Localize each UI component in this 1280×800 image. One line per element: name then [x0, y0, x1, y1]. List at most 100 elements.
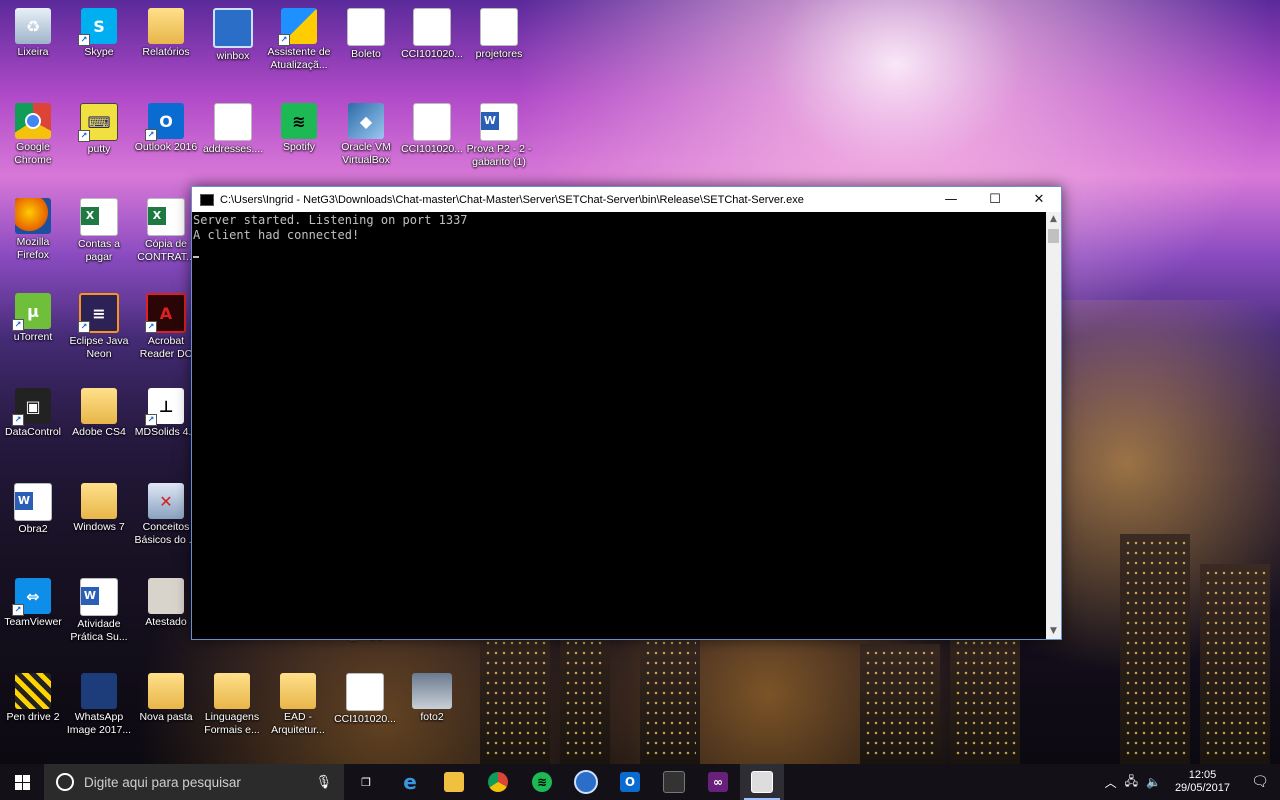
console-line: Server started. Listening on port 1337 [193, 213, 468, 227]
desktop-icon-nova-pasta[interactable]: Nova pasta [133, 673, 199, 724]
desktop-icon-skype[interactable]: S ↗ Skype [66, 8, 132, 59]
desktop-icon-relatorios[interactable]: Relatórios [133, 8, 199, 59]
word-icon: W [14, 483, 52, 521]
document-icon [214, 103, 252, 141]
scroll-down-icon[interactable]: ▼ [1046, 624, 1061, 639]
desktop-icon-linguagens[interactable]: Linguagens Formais e... [199, 673, 265, 737]
winbox-icon [574, 770, 598, 794]
desktop-icon-cci-3[interactable]: CCI101020... [332, 673, 398, 726]
volume-icon[interactable]: 🔈 [1142, 775, 1165, 789]
document-icon [346, 673, 384, 711]
console-app-icon [200, 193, 214, 206]
windows-logo-icon [14, 774, 30, 790]
close-button[interactable]: ✕ [1017, 187, 1061, 212]
pdf-icon: PDF [480, 8, 518, 46]
desktop-icon-atestado[interactable]: Atestado [133, 578, 199, 629]
desktop-icon-conceitos[interactable]: ✕ Conceitos Básicos do ... [133, 483, 199, 547]
document-icon [413, 103, 451, 141]
folder-icon [214, 673, 250, 709]
scroll-up-icon[interactable]: ▲ [1046, 212, 1061, 227]
taskbar-file-explorer[interactable] [432, 764, 476, 800]
desktop-icon-datacontrol[interactable]: ▣ ↗ DataControl [0, 388, 66, 439]
desktop-icon-projetores[interactable]: PDF projetores [466, 8, 532, 61]
taskbar-winbox[interactable] [564, 764, 608, 800]
desktop-icon-utorrent[interactable]: µ ↗ uTorrent [0, 293, 66, 344]
vertical-scrollbar[interactable]: ▲ ▼ [1046, 212, 1061, 639]
desktop-icon-spotify[interactable]: ≋ Spotify [266, 103, 332, 154]
desktop-icon-outlook[interactable]: O ↗ Outlook 2016 [133, 103, 199, 154]
desktop-icon-winbox[interactable]: winbox [200, 8, 266, 63]
desktop-icon-virtualbox[interactable]: ◆ Oracle VM VirtualBox [333, 103, 399, 167]
document-icon [413, 8, 451, 46]
desktop-icon-acrobat[interactable]: A ↗ Acrobat Reader DC [133, 293, 199, 361]
scrollbar-thumb[interactable] [1048, 229, 1059, 243]
chrome-icon [488, 772, 508, 792]
pdf-icon: PDF [347, 8, 385, 46]
desktop-icon-mdsolids[interactable]: ⊥ ↗ MDSolids 4... [133, 388, 199, 439]
taskbar-edge[interactable]: e [388, 764, 432, 800]
desktop-icon-copia-contrat[interactable]: X Cópia de CONTRAT... [133, 198, 199, 264]
network-icon[interactable]: 🖧 [1121, 772, 1142, 793]
taskbar-chrome[interactable] [476, 764, 520, 800]
taskbar-console[interactable] [740, 764, 784, 800]
desktop-icon-assistente[interactable]: ↗ Assistente de Atualizaçã... [266, 8, 332, 72]
taskbar: Digite aqui para pesquisar 🎙 ❐ e ≋ O ∞ ︿… [0, 764, 1280, 800]
window-title: C:\Users\Ingrid - NetG3\Downloads\Chat-m… [220, 193, 804, 206]
image-file-icon [412, 673, 452, 709]
folder-icon [444, 772, 464, 792]
desktop-icon-whatsapp-image[interactable]: WhatsApp Image 2017... [66, 673, 132, 737]
desktop-icon-addresses[interactable]: addresses.... [200, 103, 266, 156]
desktop-icon-cci-2[interactable]: CCI101020... [399, 103, 465, 156]
search-placeholder: Digite aqui para pesquisar [84, 774, 241, 790]
desktop-icon-ead[interactable]: EAD - Arquitetur... [265, 673, 331, 737]
desktop-icon-chrome[interactable]: Google Chrome [0, 103, 66, 167]
acrobat-icon: A ↗ [145, 293, 186, 333]
microphone-icon[interactable]: 🎙 [315, 774, 332, 790]
wallpaper-building [1200, 564, 1270, 764]
console-window[interactable]: C:\Users\Ingrid - NetG3\Downloads\Chat-m… [191, 186, 1062, 640]
folder-icon [81, 388, 117, 424]
desktop-icon-contas[interactable]: X Contas a pagar [66, 198, 132, 264]
desktop-icon-recycle-bin[interactable]: ♻ Lixeira [0, 8, 66, 59]
folder-icon [148, 673, 184, 709]
desktop-icon-pen-drive[interactable]: Pen drive 2 [0, 673, 66, 724]
desktop-icon-adobe-cs4[interactable]: Adobe CS4 [66, 388, 132, 439]
chrome-icon [15, 103, 51, 139]
clock[interactable]: 12:05 29/05/2017 [1165, 769, 1240, 795]
console-output[interactable]: Server started. Listening on port 1337 A… [192, 212, 1046, 639]
desktop-icon-windows7[interactable]: Windows 7 [66, 483, 132, 534]
window-titlebar[interactable]: C:\Users\Ingrid - NetG3\Downloads\Chat-m… [192, 187, 1061, 212]
desktop-icon-obra2[interactable]: W Obra2 [0, 483, 66, 536]
desktop-icon-boleto[interactable]: PDF Boleto [333, 8, 399, 61]
wallpaper-building [1120, 534, 1190, 764]
notification-icon[interactable]: 🗨 [1240, 774, 1280, 790]
taskbar-outlook[interactable]: O [608, 764, 652, 800]
start-button[interactable] [0, 764, 44, 800]
chevron-up-icon[interactable]: ︿ [1101, 774, 1121, 791]
desktop-icon-eclipse[interactable]: ≡ ↗ Eclipse Java Neon [66, 293, 132, 361]
desktop-icon-prova[interactable]: W Prova P2 - 2 - gabarito (1) [466, 103, 532, 169]
image-file-icon [81, 673, 117, 709]
terminal-icon [663, 771, 685, 793]
putty-icon: ⌨ ↗ [78, 103, 118, 142]
desktop-icon-atividade[interactable]: W Atividade Prática Su... [66, 578, 132, 644]
virtualbox-icon: ◆ [348, 103, 384, 139]
utorrent-icon: µ ↗ [12, 293, 51, 331]
desktop-icon-foto2[interactable]: foto2 [399, 673, 465, 724]
maximize-button[interactable]: ☐ [973, 187, 1017, 212]
task-view-icon: ❐ [361, 775, 371, 789]
taskbar-visual-studio[interactable]: ∞ [696, 764, 740, 800]
search-box[interactable]: Digite aqui para pesquisar 🎙 [44, 764, 344, 800]
recycle-bin-icon: ♻ [15, 8, 51, 44]
desktop-icon-putty[interactable]: ⌨ ↗ putty [66, 103, 132, 156]
cortana-icon [56, 773, 74, 791]
task-view-button[interactable]: ❐ [344, 764, 388, 800]
desktop-icon-cci-1[interactable]: CCI101020... [399, 8, 465, 61]
taskbar-spotify[interactable]: ≋ [520, 764, 564, 800]
minimize-button[interactable]: — [929, 187, 973, 212]
folder-icon [280, 673, 316, 709]
desktop-icon-teamviewer[interactable]: ⇔ ↗ TeamViewer [0, 578, 66, 629]
windows-shield-icon: ↗ [278, 8, 317, 46]
taskbar-terminal[interactable] [652, 764, 696, 800]
desktop-icon-firefox[interactable]: Mozilla Firefox [0, 198, 66, 262]
